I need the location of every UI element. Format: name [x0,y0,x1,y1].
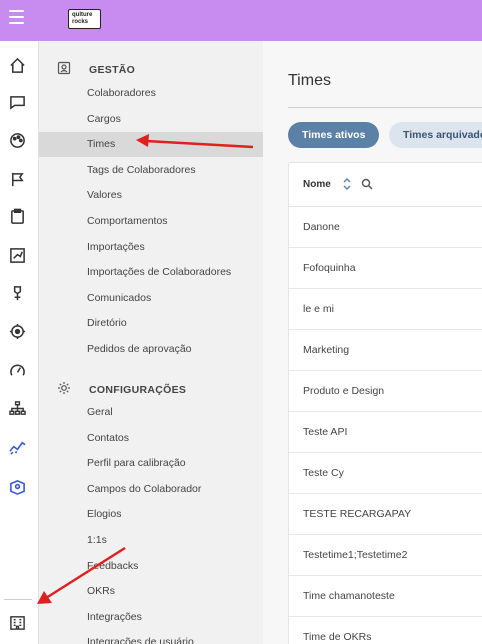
logo-text-line2: rocks [72,18,89,25]
table-row[interactable]: Teste API [289,412,482,453]
home-icon[interactable] [8,56,26,74]
hamburger-menu-icon[interactable] [9,10,24,25]
search-icon[interactable] [361,178,373,190]
table-row[interactable]: le e mi [289,289,482,330]
gauge-icon[interactable] [8,361,26,379]
menu-item-valores[interactable]: Valores [39,183,263,208]
palette-icon[interactable] [8,131,26,149]
menu-item-okrs[interactable]: OKRs [39,579,263,604]
sort-icon[interactable] [342,177,352,191]
menu-item-diretorio[interactable]: Diretório [39,311,263,336]
table-row[interactable]: Time de OKRs [289,617,482,644]
rail-separator [4,599,32,600]
tab-active-teams[interactable]: Times ativos [288,122,380,148]
top-bar: qulture rocks [0,0,482,41]
award-icon[interactable] [8,284,26,302]
table-row[interactable]: Fofoquinha [289,248,482,289]
table-row[interactable]: Danone [289,207,482,248]
main-content: Times Times ativos Times arquivados Nome… [263,41,482,644]
menu-item-integracoes-de-usuario[interactable]: Integrações de usuário [39,630,263,644]
org-chart-icon[interactable] [8,399,26,417]
table-row[interactable]: Testetime1;Testetime2 [289,535,482,576]
section-title-gestao: GESTÃO [89,64,136,76]
section-title-configuracoes: CONFIGURAÇÕES [89,384,187,396]
menu-item-comportamentos[interactable]: Comportamentos [39,209,263,234]
menu-item-1-1s[interactable]: 1:1s [39,528,263,553]
menu-item-integracoes[interactable]: Integrações [39,605,263,630]
menu-item-colaboradores[interactable]: Colaboradores [39,81,263,106]
table-row[interactable]: Time chamanoteste [289,576,482,617]
tab-archived-teams[interactable]: Times arquivados [389,122,482,148]
analytics-icon[interactable] [8,438,26,456]
menu-item-contatos[interactable]: Contatos [39,426,263,451]
title-divider [288,107,482,108]
table-row[interactable]: Produto e Design [289,371,482,412]
menu-item-elogios[interactable]: Elogios [39,502,263,527]
chat-icon[interactable] [8,93,26,111]
menu-item-comunicados[interactable]: Comunicados [39,286,263,311]
teams-table: Nome Danone Fofoquinha le e mi Marketing Pro… [288,162,482,644]
configuracoes-section-icon [57,381,71,395]
menu-item-geral[interactable]: Geral [39,400,263,425]
table-row[interactable]: TESTE RECARGAPAY [289,494,482,535]
gestao-section-icon [57,61,71,75]
menu-item-feedbacks[interactable]: Feedbacks [39,554,263,579]
menu-item-times[interactable]: Times [39,132,263,158]
menu-item-campos-do-colaborador[interactable]: Campos do Colaborador [39,477,263,502]
clipboard-icon[interactable] [8,207,26,225]
menu-item-cargos[interactable]: Cargos [39,107,263,132]
icon-rail [0,41,39,644]
menu-item-importacoes[interactable]: Importações [39,235,263,260]
target-icon[interactable] [8,322,26,340]
learning-icon[interactable] [8,477,26,495]
flag-icon[interactable] [8,170,26,188]
company-logo[interactable]: qulture rocks [68,9,101,29]
menu-item-tags-de-colaboradores[interactable]: Tags de Colaboradores [39,158,263,183]
menu-item-pedidos-de-aprovacao[interactable]: Pedidos de aprovação [39,337,263,362]
table-header: Nome [289,163,482,207]
edit-chart-icon[interactable] [8,246,26,264]
settings-menu: GESTÃO Colaboradores Cargos Times Tags de C… [39,41,263,644]
building-icon[interactable] [8,613,26,631]
table-row[interactable]: Marketing [289,330,482,371]
column-header-name[interactable]: Nome [303,179,331,190]
menu-item-perfil-para-calibracao[interactable]: Perfil para calibração [39,451,263,476]
table-row[interactable]: Teste Cy [289,453,482,494]
page-title: Times [288,72,331,89]
menu-item-importacoes-de-colaboradores[interactable]: Importações de Colaboradores [39,260,263,285]
